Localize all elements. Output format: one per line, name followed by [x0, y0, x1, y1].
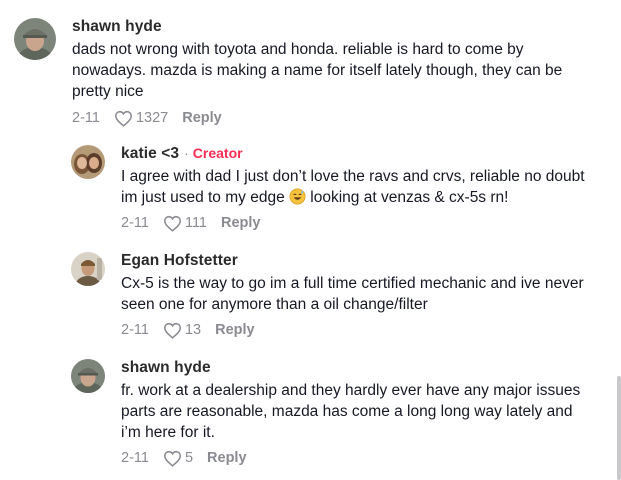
- comment-thread: shawn hyde dads not wrong with toyota an…: [0, 0, 621, 480]
- comment-author[interactable]: Egan Hofstetter: [121, 252, 238, 270]
- reply-button[interactable]: Reply: [221, 215, 261, 231]
- comment-author[interactable]: shawn hyde: [72, 18, 162, 36]
- like-count: 1327: [135, 110, 169, 126]
- sweat-smile-emoji-icon: [289, 188, 306, 205]
- reply-item: Egan Hofstetter Cx-5 is the way to go im…: [71, 252, 601, 341]
- heart-icon: [163, 450, 181, 467]
- like-count: 13: [184, 322, 202, 338]
- like-count: 111: [184, 215, 207, 231]
- comment-item: shawn hyde dads not wrong with toyota an…: [14, 18, 592, 129]
- comment-author[interactable]: shawn hyde: [121, 359, 211, 377]
- comment-text: fr. work at a dealership and they hardly…: [121, 382, 581, 441]
- comment-text: Cx-5 is the way to go im a full time cer…: [121, 275, 584, 313]
- reply-button[interactable]: Reply: [182, 110, 222, 126]
- comment-text: dads not wrong with toyota and honda. re…: [72, 41, 563, 100]
- heart-icon: [163, 215, 181, 232]
- reply-button[interactable]: Reply: [207, 450, 247, 466]
- like-count: 5: [184, 450, 194, 466]
- separator-dot: ·: [184, 145, 189, 161]
- reply-item: shawn hyde fr. work at a dealership and …: [71, 359, 581, 469]
- avatar[interactable]: [71, 252, 105, 286]
- like-button[interactable]: 111: [163, 215, 207, 232]
- creator-badge: Creator: [192, 145, 243, 161]
- like-button[interactable]: 1327: [114, 110, 168, 127]
- like-button[interactable]: 13: [163, 322, 201, 339]
- comment-date: 2-11: [121, 450, 149, 466]
- reply-item: katie <3 · Creator I agree with dad I ju…: [71, 145, 601, 234]
- comment-date: 2-11: [121, 322, 149, 338]
- scrollbar[interactable]: [617, 376, 621, 480]
- comment-date: 2-11: [121, 215, 149, 231]
- comment-text: I agree with dad I just don’t love the r…: [121, 168, 585, 206]
- like-button[interactable]: 5: [163, 450, 193, 467]
- comment-author[interactable]: katie <3: [121, 145, 179, 163]
- avatar[interactable]: [71, 359, 105, 393]
- heart-icon: [163, 322, 181, 339]
- avatar[interactable]: [71, 145, 105, 179]
- avatar[interactable]: [14, 18, 56, 60]
- reply-button[interactable]: Reply: [215, 322, 255, 338]
- heart-icon: [114, 110, 132, 127]
- comment-date: 2-11: [72, 110, 100, 126]
